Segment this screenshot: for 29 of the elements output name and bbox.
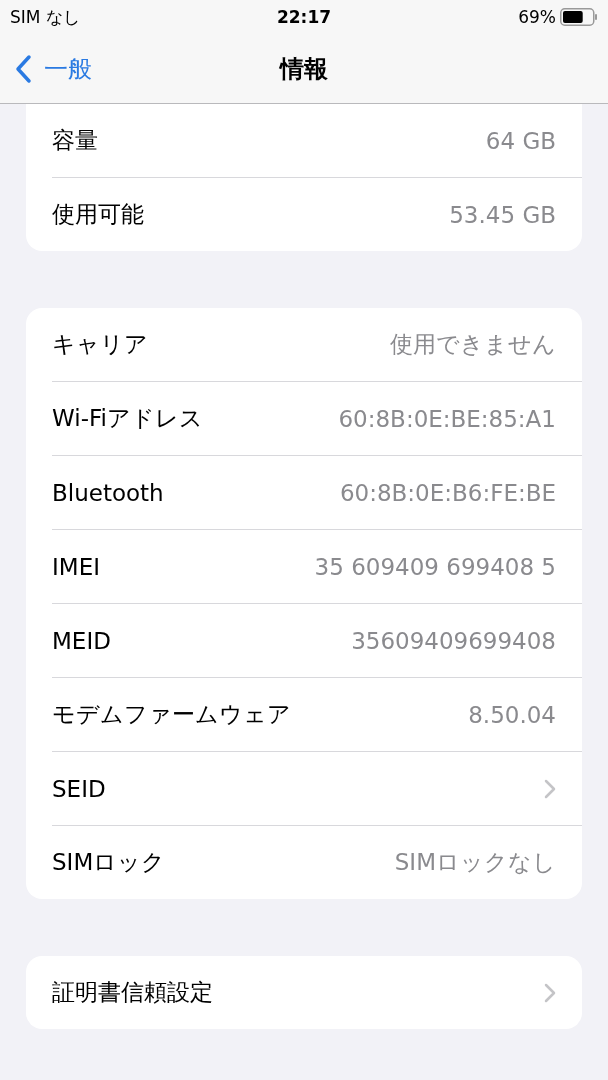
row-value: SIMロックなし <box>394 848 556 877</box>
battery-icon <box>560 8 598 26</box>
row-label: MEID <box>52 627 111 654</box>
row-value: 60:8B:0E:B6:FE:BE <box>339 479 556 506</box>
row-label: Bluetooth <box>52 479 164 506</box>
page-title: 情報 <box>278 53 329 85</box>
row-value: 35 609409 699408 5 <box>314 553 556 580</box>
row-label: SEID <box>52 775 106 802</box>
back-button[interactable]: 一般 <box>0 52 92 85</box>
row-value: 使用できません <box>390 330 556 359</box>
row-label: キャリア <box>52 330 148 359</box>
carrier-text: SIM なし <box>10 5 80 29</box>
row-label: 使用可能 <box>52 200 144 229</box>
back-icon[interactable] <box>14 53 32 84</box>
row-label: IMEI <box>52 553 100 580</box>
chevron-icon[interactable] <box>544 778 556 799</box>
row-label: 容量 <box>52 126 98 155</box>
chevron-icon[interactable] <box>544 982 556 1003</box>
row-value: 60:8B:0E:BE:85:A1 <box>338 405 556 432</box>
row-value: 8.50.04 <box>468 701 556 728</box>
row-label: 証明書信頼設定 <box>52 978 213 1007</box>
row-label: SIMロック <box>52 848 166 877</box>
row-value: 53.45 GB <box>449 201 556 228</box>
row-label: Wi-Fiアドレス <box>52 404 203 433</box>
clock-time: 22:17 <box>275 7 333 27</box>
row-value: 35609409699408 <box>351 627 556 654</box>
battery-percent: 69% <box>518 7 556 27</box>
row-label: モデムファームウェア <box>52 700 291 729</box>
row-value: 64 GB <box>485 127 556 154</box>
